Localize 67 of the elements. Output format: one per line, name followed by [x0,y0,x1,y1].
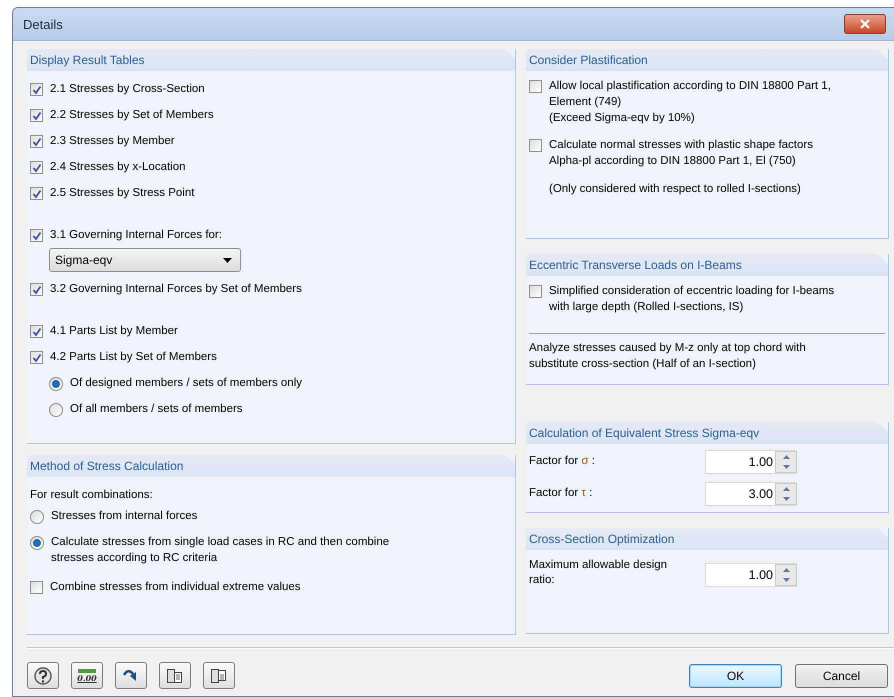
checkbox-label: Calculate normal stresses with plastic shape factors Alpha-pl according to DIN 18800 Part 1, El (750) [549,138,813,169]
number-field[interactable]: 1.00 [705,563,797,587]
help-icon [34,666,52,684]
checkbox-label: Allow local plastification according to DIN 18800 Part 1, Element (749) (Exceed Sigma-eqv by 10%) [549,79,831,126]
note-text: Analyze stresses caused by M-z only at top chord with substitute cross-section (Half of an I-section) [529,341,807,372]
checkbox[interactable] [529,285,542,298]
number-field[interactable]: 1.00 [705,450,797,474]
checkbox-label: 2.3 Stresses by Member [50,134,175,149]
checkbox[interactable] [30,229,43,242]
checkbox-label: 3.1 Governing Internal Forces for: [50,228,222,243]
checkbox[interactable] [30,187,43,200]
checkbox-label: 2.2 Stresses by Set of Members [50,108,214,123]
panel-title: Eccentric Transverse Loads on I-Beams [526,254,888,276]
radio-label: Calculate stresses from single load cases in RC and then combine stresses according to RC criteria [51,535,390,566]
panel-title: Display Result Tables [27,49,515,71]
checkbox-label: 2.4 Stresses by x-Location [50,160,186,175]
checkbox-label: 4.1 Parts List by Member [50,324,178,339]
import-button[interactable] [203,662,235,689]
panel-title: Method of Stress Calculation [27,455,515,477]
document-icon [210,666,228,684]
checkbox[interactable] [529,139,542,152]
close-button[interactable] [844,14,886,34]
checkbox[interactable] [30,161,43,174]
checkbox-label: 4.2 Parts List by Set of Members [50,350,217,365]
help-button[interactable] [27,662,59,689]
arrow-button[interactable] [115,662,147,689]
radio-button[interactable] [30,510,44,524]
caret-icon [223,258,232,262]
checkbox-label: Simplified consideration of eccentric loading for I-beams with large depth (Rolled I-sections, IS) [549,284,834,315]
panel-title: Consider Plastification [526,49,888,71]
checkbox[interactable] [30,351,43,364]
field-label: Factor for σ : [529,454,596,469]
radio-button[interactable] [30,536,44,550]
checkbox-label: 3.2 Governing Internal Forces by Set of Members [50,282,302,297]
dialog-button[interactable]: Cancel [795,664,888,688]
intro-text: For result combinations: [30,488,154,503]
radio-label: Of designed members / sets of members only [70,376,302,391]
radio-button[interactable] [49,403,63,417]
checkbox[interactable] [30,135,43,148]
spin-arrows-icon[interactable] [775,564,797,586]
checkbox[interactable] [30,581,43,594]
dropdown[interactable]: Sigma-eqv [49,248,241,272]
close-icon [860,19,870,29]
checkbox[interactable] [30,283,43,296]
document-icon [166,666,184,684]
checkbox[interactable] [529,80,542,93]
checkbox[interactable] [30,83,43,96]
dialog-button[interactable]: OK [689,664,782,688]
checkbox[interactable] [30,109,43,122]
radio-label: Of all members / sets of members [70,402,243,417]
field-label: Factor for τ : [529,486,594,501]
checkbox[interactable] [30,325,43,338]
export-button[interactable] [159,662,191,689]
spin-arrows-icon[interactable] [775,451,797,473]
number-field[interactable]: 3.00 [705,482,797,506]
radio-label: Stresses from internal forces [51,509,198,524]
units-button[interactable]: 0.00 [71,662,103,689]
window-title: Details [23,16,63,32]
panel-title: Calculation of Equivalent Stress Sigma-eqv [526,422,888,444]
field-label: Maximum allowable design ratio: [529,558,668,588]
radio-button[interactable] [49,377,63,391]
checkbox-label: 2.5 Stresses by Stress Point [50,186,194,201]
note-text: (Only considered with respect to rolled I-sections) [549,182,802,197]
spin-arrows-icon[interactable] [775,483,797,505]
panel-title: Cross-Section Optimization [526,528,888,550]
checkbox-label: 2.1 Stresses by Cross-Section [50,82,205,97]
checkbox-label: Combine stresses from individual extreme values [50,580,301,595]
